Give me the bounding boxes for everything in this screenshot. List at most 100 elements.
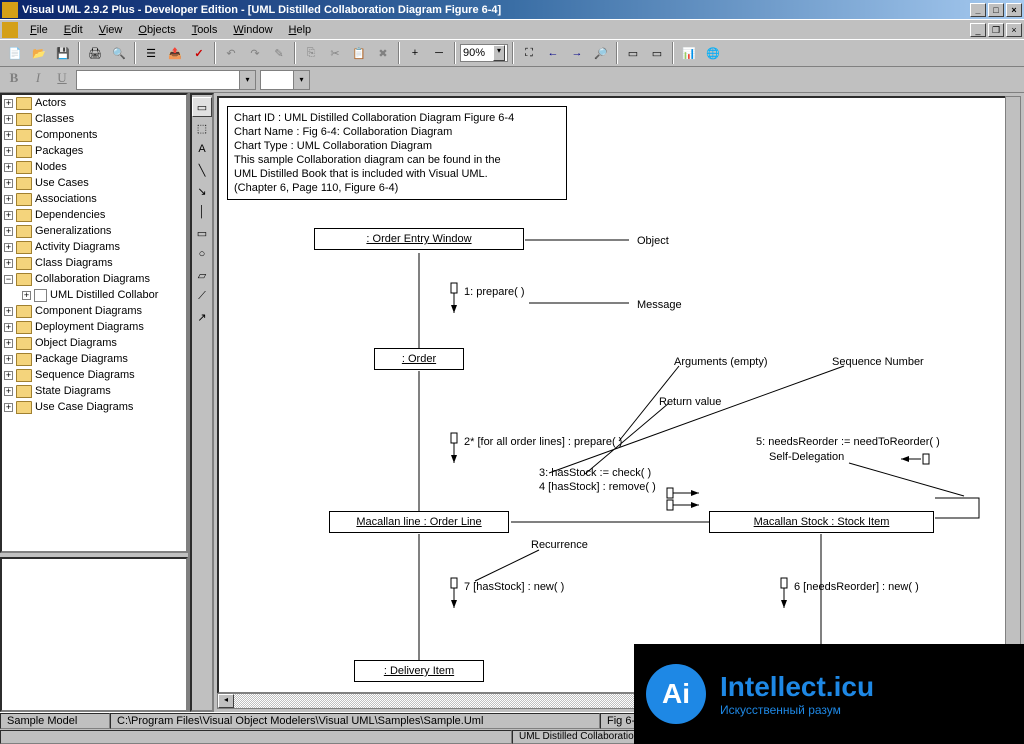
ann-returnval: Return value [659,396,721,408]
watermark: Ai Intellect.icu Искусственный разум [634,644,1024,744]
canvas-area: Chart ID : UML Distilled Collaboration D… [214,93,1024,712]
undo-button[interactable]: ↶ [220,42,242,64]
msg-5: 5: needsReorder := needToReorder( ) [756,436,940,448]
tree-item[interactable]: +Activity Diagrams [2,239,186,255]
connector-tool[interactable]: ↗ [192,307,212,327]
link-tool[interactable]: ⟋ [192,286,212,306]
close-button[interactable]: × [1006,3,1022,17]
underline-button[interactable]: U [52,70,72,90]
forward-button[interactable]: → [566,42,588,64]
tree-item[interactable]: +Generalizations [2,223,186,239]
workspace: +Actors+Classes+Components+Packages+Node… [0,93,1024,712]
tree-item[interactable]: +Classes [2,111,186,127]
export-button[interactable]: 📤 [164,42,186,64]
menu-tools[interactable]: Tools [184,22,226,38]
italic-button[interactable]: I [28,70,48,90]
menu-objects[interactable]: Objects [130,22,183,38]
titlebar: Visual UML 2.9.2 Plus - Developer Editio… [0,0,1024,19]
ann-message: Message [637,299,682,311]
ann-arguments: Arguments (empty) [674,356,768,368]
tree-item[interactable]: +Use Cases [2,175,186,191]
maximize-button[interactable]: □ [988,3,1004,17]
tree-item[interactable]: +Use Case Diagrams [2,399,186,415]
note-tool[interactable]: ▱ [192,265,212,285]
mdi-close-button[interactable]: × [1006,23,1022,37]
tree-item[interactable]: +Associations [2,191,186,207]
redo-button[interactable]: ↷ [244,42,266,64]
paste-button[interactable]: 📋 [348,42,370,64]
fontsize-combo[interactable]: ▾ [260,70,310,90]
arrow-tool[interactable]: ↘ [192,181,212,201]
tree-item[interactable]: +Components [2,127,186,143]
tree-item[interactable]: +Class Diagrams [2,255,186,271]
diagram-overlay: Object 1: prepare( ) Message 2* [for all… [219,98,1019,692]
back-button[interactable]: ← [542,42,564,64]
font-combo[interactable]: ▾ [76,70,256,90]
open-button[interactable]: 📂 [28,42,50,64]
crosshair-button[interactable]: + [404,42,426,64]
preview-button[interactable]: 🔍 [108,42,130,64]
line-tool[interactable]: ╲ [192,160,212,180]
chevron-down-icon[interactable]: ▾ [239,71,255,89]
fit-button[interactable]: ⛶ [518,42,540,64]
minimize-button[interactable]: _ [970,3,986,17]
bold-button[interactable]: B [4,70,24,90]
tree-item[interactable]: +Sequence Diagrams [2,367,186,383]
tree-item[interactable]: +Object Diagrams [2,335,186,351]
properties-button[interactable]: ☰ [140,42,162,64]
vertical-scrollbar[interactable] [1005,96,1021,694]
app-icon [2,2,18,18]
ellipse-tool[interactable]: ○ [192,244,212,264]
grid-button[interactable]: ─ [428,42,450,64]
tree-item[interactable]: +Packages [2,143,186,159]
save-button[interactable]: 💾 [52,42,74,64]
print-button[interactable]: 🖨 [84,42,106,64]
mdi-minimize-button[interactable]: _ [970,23,986,37]
cut-button[interactable]: ✂ [324,42,346,64]
tree-item[interactable]: −Collaboration Diagrams [2,271,186,287]
chevron-down-icon[interactable]: ▾ [293,71,309,89]
msg-2: 2* [for all order lines] : prepare( ) [464,436,622,448]
mdi-restore-button[interactable]: ❐ [988,23,1004,37]
menubar: File Edit View Objects Tools Window Help… [0,19,1024,39]
tree-item[interactable]: +Component Diagrams [2,303,186,319]
menu-window[interactable]: Window [225,22,280,38]
copy-button[interactable]: ⎘ [300,42,322,64]
window1-button[interactable]: ▭ [622,42,644,64]
ann-selfdel: Self-Delegation [769,451,844,463]
tree-item[interactable]: +Deployment Diagrams [2,319,186,335]
text-tool[interactable]: A [192,139,212,159]
model-tree[interactable]: +Actors+Classes+Components+Packages+Node… [0,93,188,553]
spell-button[interactable]: ✓ [188,42,210,64]
chart-button[interactable]: 📊 [678,42,700,64]
tree-item[interactable]: +Actors [2,95,186,111]
box-tool[interactable]: ▭ [192,223,212,243]
new-button[interactable]: 📄 [4,42,26,64]
watermark-title: Intellect.icu [720,671,874,703]
ann-object: Object [637,235,669,247]
window-title: Visual UML 2.9.2 Plus - Developer Editio… [22,4,970,16]
brush-button[interactable]: ✎ [268,42,290,64]
menu-view[interactable]: View [91,22,131,38]
pointer-tool[interactable]: ▭ [192,97,212,117]
menu-file[interactable]: File [22,22,56,38]
menu-help[interactable]: Help [281,22,320,38]
tree-item[interactable]: +State Diagrams [2,383,186,399]
web-button[interactable]: 🌐 [702,42,724,64]
window2-button[interactable]: ▭ [646,42,668,64]
tree-item[interactable]: +Package Diagrams [2,351,186,367]
tree-item[interactable]: +Dependencies [2,207,186,223]
zoom-combo[interactable]: 90% ▾ [460,44,508,62]
zoom-value: 90% [463,47,485,59]
tree-item[interactable]: +UML Distilled Collabor [2,287,186,303]
find-button[interactable]: 🔎 [590,42,612,64]
select-tool[interactable]: ⬚ [192,118,212,138]
scroll-left-icon[interactable]: ◂ [218,694,234,708]
tree-item[interactable]: +Nodes [2,159,186,175]
delete-button[interactable]: ✖ [372,42,394,64]
ann-sequence: Sequence Number [832,356,924,368]
diagram-canvas[interactable]: Chart ID : UML Distilled Collaboration D… [217,96,1021,694]
menu-edit[interactable]: Edit [56,22,91,38]
line2-tool[interactable]: │ [192,202,212,222]
chevron-down-icon[interactable]: ▾ [493,45,505,61]
